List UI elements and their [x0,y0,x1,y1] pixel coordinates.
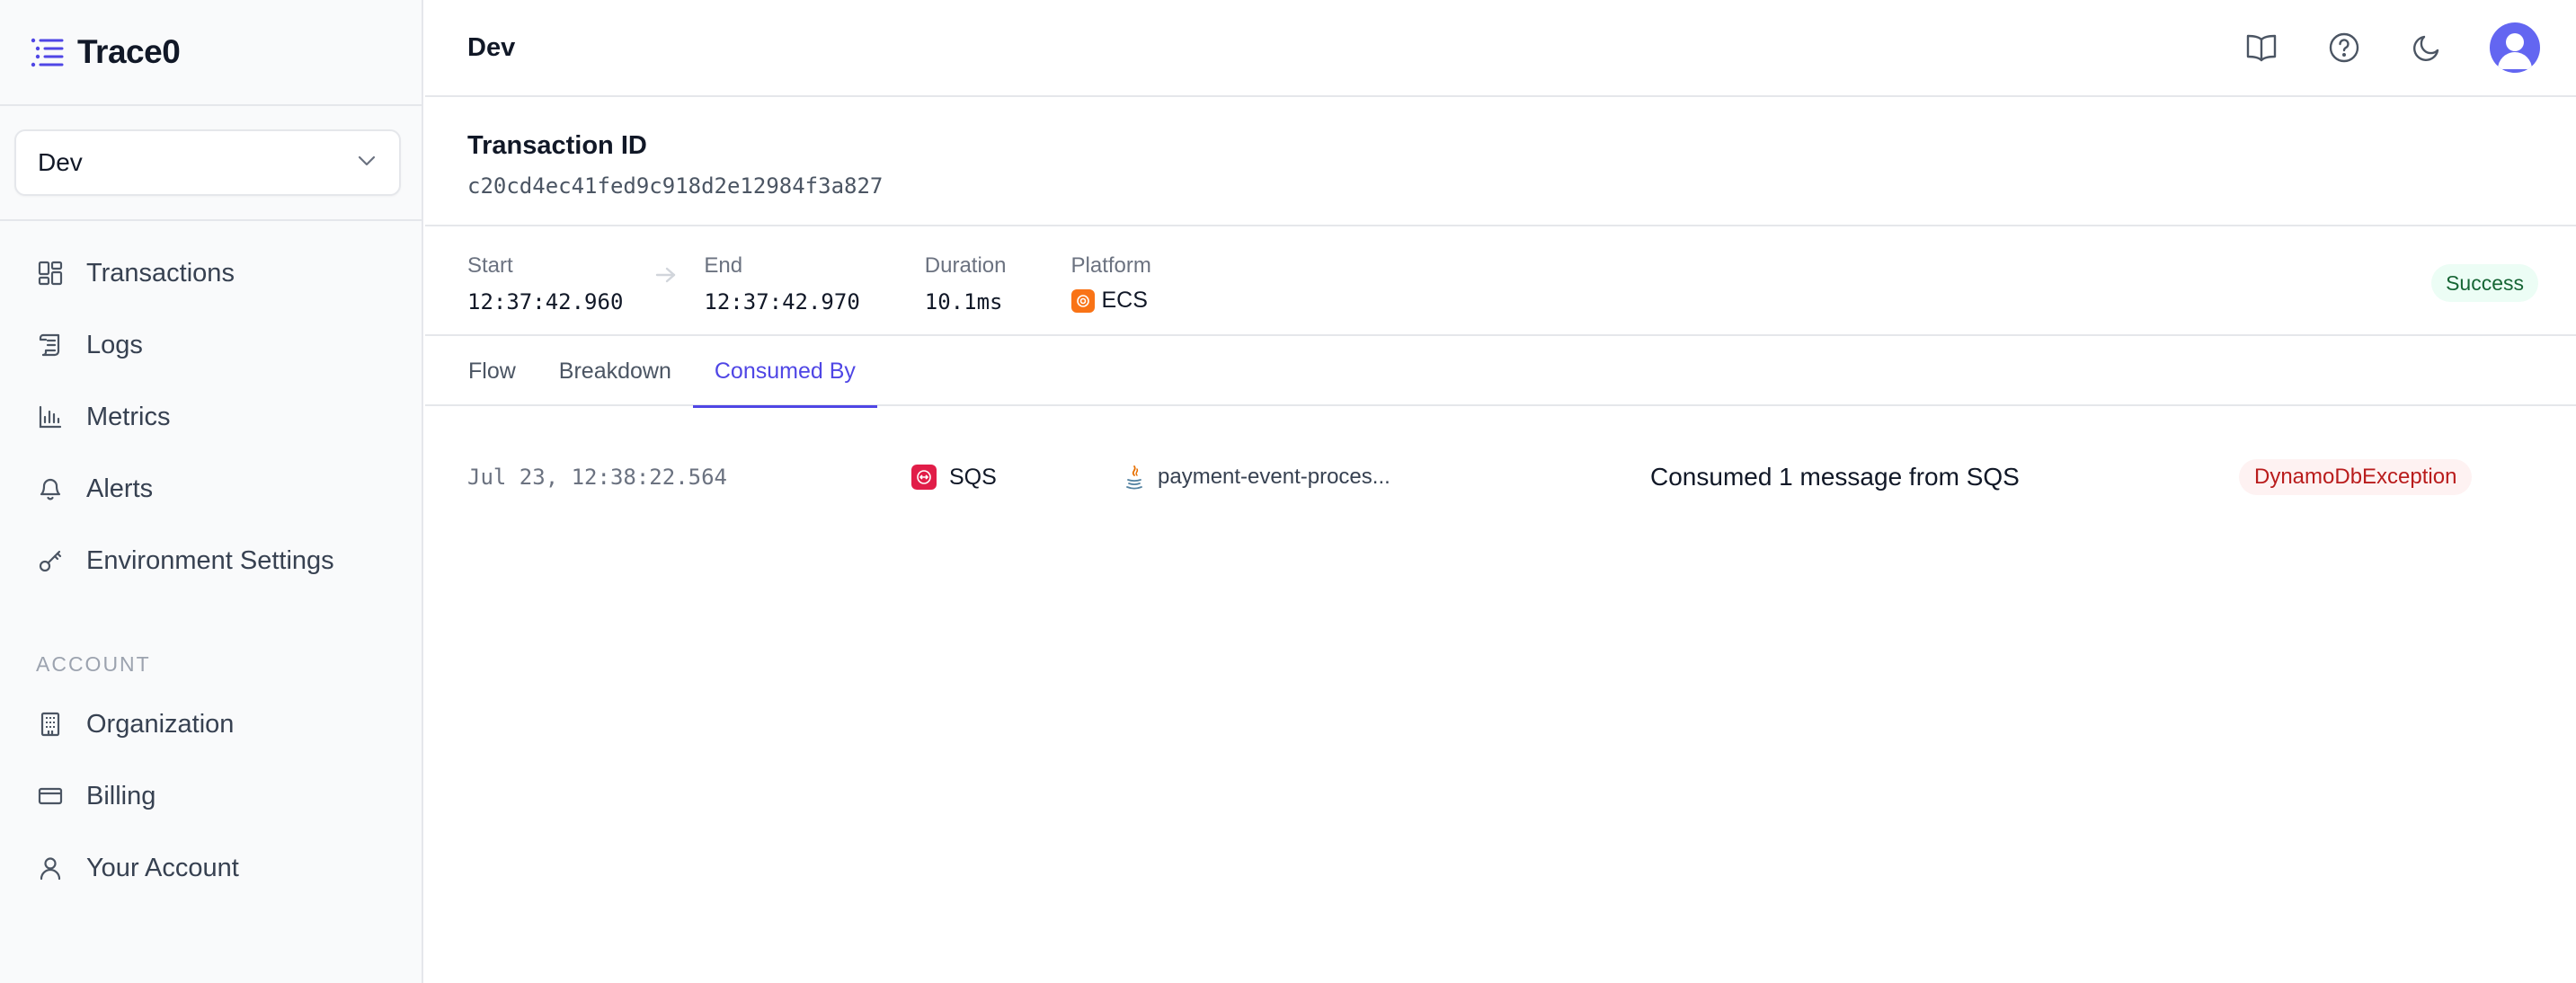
consumer-function: payment-event-proces... [1122,465,1390,490]
help-icon[interactable] [2324,28,2364,67]
detail-tabs: Flow Breakdown Consumed By [425,336,2576,408]
start-label: Start [467,253,513,278]
duration-value: 10.1ms [924,289,1003,314]
environment-value: Dev [38,148,83,176]
nav-item-your-account[interactable]: Your Account [0,832,422,904]
bell-icon [36,474,65,503]
account-section-label: ACCOUNT [36,652,151,676]
end-field: End 12:37:42.970 [704,253,859,314]
environment-select[interactable]: Dev [14,129,401,196]
end-label: End [704,253,743,278]
nav-label: Transactions [86,258,235,288]
brand[interactable]: Trace0 [0,0,422,106]
consumer-function-name: payment-event-proces... [1158,465,1390,489]
consumer-service-name: SQS [949,464,997,490]
consumer-time: Jul 23, 12:38:22.564 [467,465,727,490]
avatar[interactable] [2490,22,2540,73]
bar-chart-icon [36,403,65,431]
grid-icon [36,259,65,288]
status-badge: Success [2431,264,2538,302]
topbar: Dev [425,0,2576,97]
ecs-icon [1070,288,1095,313]
duration-field: Duration 10.1ms [925,253,1007,314]
start-field: Start 12:37:42.960 [467,253,623,314]
platform-field: Platform ECS [1070,253,1151,314]
nav-item-environment-settings[interactable]: Environment Settings [0,525,422,597]
consumer-service: SQS [911,465,997,491]
nav-item-metrics[interactable]: Metrics [0,381,422,453]
environment-selector-wrap: Dev [0,106,422,221]
user-icon [36,854,65,882]
credit-card-icon [36,782,65,810]
building-icon [36,710,65,739]
nav-label: Organization [86,709,235,739]
sidebar: Trace0 Dev Transactions Logs Metrics Ale… [0,0,423,983]
table-row[interactable]: Jul 23, 12:38:22.564 SQS payment-event-p… [467,446,2540,509]
platform-label: Platform [1070,253,1151,278]
transaction-id-value: c20cd4ec41fed9c918d2e12984f3a827 [467,173,884,199]
nav-label: Your Account [86,853,239,882]
topbar-actions [2198,22,2540,73]
brand-name: Trace0 [77,33,181,70]
platform-name: ECS [1101,288,1148,313]
book-icon[interactable] [2242,28,2281,67]
nav-item-logs[interactable]: Logs [0,309,422,381]
main-nav: Transactions Logs Metrics Alerts Environ… [0,221,422,904]
moon-icon[interactable] [2407,28,2447,67]
nav-item-alerts[interactable]: Alerts [0,453,422,525]
page-title: Dev [467,32,516,62]
list-logo-icon [29,34,65,70]
nav-label: Logs [86,330,143,359]
transaction-meta: Start 12:37:42.960 End 12:37:42.970 Dura… [425,226,2576,336]
sqs-icon [911,465,937,490]
tab-flow[interactable]: Flow [447,336,537,406]
main-content: Dev Transaction ID c20cd4ec41fed9c918d2e… [425,0,2576,983]
key-icon [36,546,65,575]
transaction-id-label: Transaction ID [467,131,647,160]
end-value: 12:37:42.970 [704,289,860,314]
tab-consumed-by[interactable]: Consumed By [692,336,877,408]
start-value: 12:37:42.960 [467,289,624,314]
error-badge: DynamoDbException [2239,459,2473,495]
chevron-down-icon [358,155,376,171]
nav-label: Alerts [86,474,154,503]
nav-label: Environment Settings [86,545,334,575]
nav-item-organization[interactable]: Organization [0,688,422,760]
nav-label: Metrics [86,402,171,431]
duration-label: Duration [924,253,1007,278]
platform-value: ECS [1070,288,1151,314]
java-icon [1122,465,1147,490]
transaction-header: Transaction ID c20cd4ec41fed9c918d2e1298… [425,97,2576,226]
nav-label: Billing [86,781,156,810]
arrow-right-icon [655,266,677,288]
nav-item-transactions[interactable]: Transactions [0,237,422,309]
nav-item-billing[interactable]: Billing [0,760,422,832]
tab-breakdown[interactable]: Breakdown [537,336,693,406]
consumer-message: Consumed 1 message from SQS [1650,463,2020,491]
scroll-icon [36,331,65,359]
